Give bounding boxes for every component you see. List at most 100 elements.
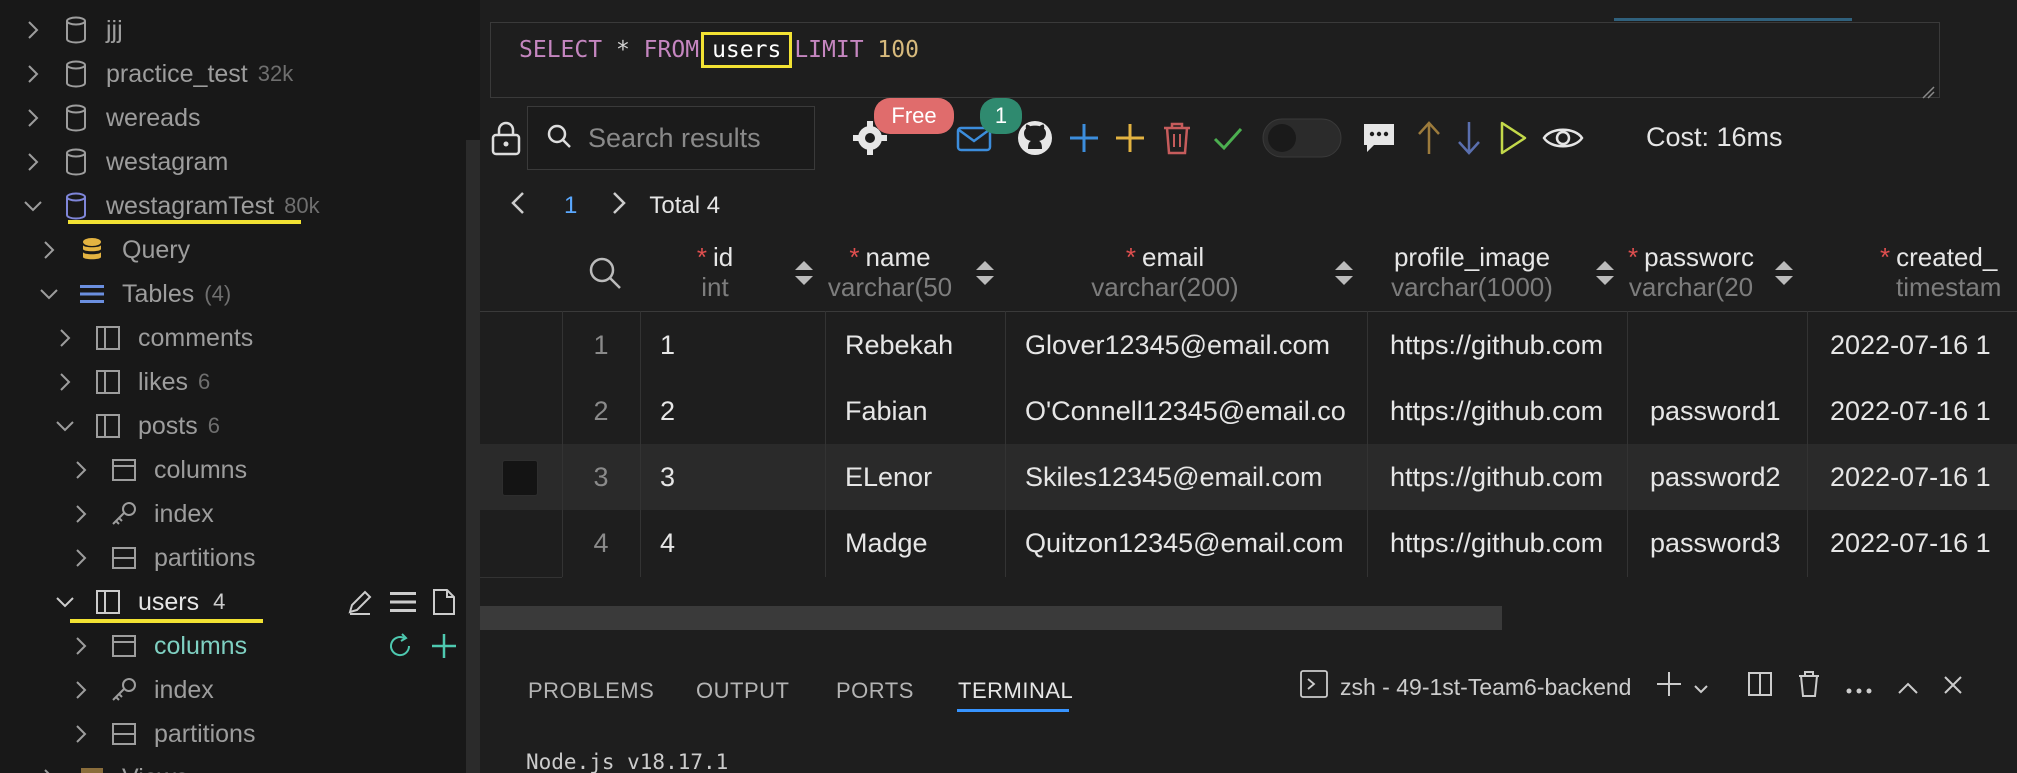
trash-icon[interactable]: [1797, 670, 1821, 704]
search-icon[interactable]: [588, 256, 622, 295]
table-row[interactable]: 4 4 Madge Quitzon12345@email.com https:/…: [480, 510, 2017, 576]
prev-page-button[interactable]: [510, 191, 526, 222]
cell-password[interactable]: password1: [1630, 378, 1810, 444]
split-terminal-icon[interactable]: [1747, 671, 1773, 703]
eye-icon[interactable]: [1542, 116, 1584, 160]
row-select-checkbox[interactable]: [502, 460, 538, 496]
tree-item-views[interactable]: Views: [0, 756, 470, 773]
tree-item-tables[interactable]: Tables (4): [0, 272, 470, 316]
cell-name[interactable]: Madge: [825, 510, 1005, 576]
chevron-down-icon[interactable]: [1693, 674, 1709, 701]
sort-icon[interactable]: [973, 258, 997, 293]
cell-created-at[interactable]: 2022-07-16 1: [1810, 312, 2017, 378]
tree-item-likes[interactable]: likes 6: [0, 360, 470, 404]
tab-ports[interactable]: PORTS: [836, 678, 914, 704]
check-icon[interactable]: [1212, 116, 1244, 160]
cell-profile-image[interactable]: https://github.com: [1370, 378, 1630, 444]
resize-grip-icon[interactable]: [1921, 79, 1935, 99]
tree-item-jjj[interactable]: jjj: [0, 8, 470, 52]
arrow-down-icon[interactable]: [1456, 116, 1482, 160]
tree-item-posts-partitions[interactable]: partitions: [0, 536, 470, 580]
column-header-password[interactable]: * passworc varchar(20: [1620, 232, 1762, 312]
comment-icon[interactable]: [1362, 116, 1396, 160]
tree-item-users-partitions[interactable]: partitions: [0, 712, 470, 756]
cell-email[interactable]: O'Connell12345@email.co: [1005, 378, 1370, 444]
run-icon[interactable]: [1498, 116, 1528, 160]
tree-item-posts[interactable]: posts 6: [0, 404, 470, 448]
terminal-selector[interactable]: zsh - 49-1st-Team6-backend: [1300, 670, 1631, 704]
horizontal-scrollbar[interactable]: [480, 606, 1502, 630]
cell-id[interactable]: 4: [640, 510, 820, 576]
tree-item-westagram[interactable]: westagram: [0, 140, 470, 184]
tree-item-posts-index[interactable]: index: [0, 492, 470, 536]
table-row[interactable]: 1 1 Rebekah Glover12345@email.com https:…: [480, 312, 2017, 378]
tab-problems[interactable]: PROBLEMS: [528, 678, 654, 704]
cell-id[interactable]: 1: [640, 312, 820, 378]
column-header-created[interactable]: * created_ timestam: [1880, 232, 2017, 312]
sort-icon[interactable]: [1332, 258, 1356, 293]
query-result-panel: SELECT * FROMusersLIMIT 100 Free 1 Cost:…: [480, 0, 2017, 773]
sort-icon[interactable]: [1772, 258, 1796, 293]
cell-email[interactable]: Quitzon12345@email.com: [1005, 510, 1370, 576]
sort-icon[interactable]: [1593, 258, 1617, 293]
table-row[interactable]: 3 3 ELenor Skiles12345@email.com https:/…: [480, 444, 2017, 510]
lock-icon[interactable]: [490, 116, 522, 160]
cell-profile-image[interactable]: https://github.com: [1370, 510, 1630, 576]
cell-id[interactable]: 2: [640, 378, 820, 444]
column-header-profile-image[interactable]: profile_image varchar(1000): [1372, 232, 1572, 312]
sql-number: 100: [877, 37, 919, 63]
add-row-icon[interactable]: [1114, 116, 1146, 160]
sidebar-scrollbar[interactable]: [466, 140, 480, 773]
tree-item-comments[interactable]: comments: [0, 316, 470, 360]
cell-profile-image[interactable]: https://github.com: [1370, 444, 1630, 510]
cell-email[interactable]: Skiles12345@email.com: [1005, 444, 1370, 510]
add-icon[interactable]: [430, 632, 458, 665]
current-page[interactable]: 1: [564, 192, 577, 220]
cell-name[interactable]: Fabian: [825, 378, 1005, 444]
cell-email[interactable]: Glover12345@email.com: [1005, 312, 1370, 378]
cell-name[interactable]: Rebekah: [825, 312, 1005, 378]
cell-profile-image[interactable]: https://github.com: [1370, 312, 1630, 378]
cell-id[interactable]: 3: [640, 444, 820, 510]
tree-item-posts-columns[interactable]: columns: [0, 448, 470, 492]
cell-created-at[interactable]: 2022-07-16 1: [1810, 378, 2017, 444]
tab-output[interactable]: OUTPUT: [696, 678, 789, 704]
cell-password[interactable]: password3: [1630, 510, 1810, 576]
next-page-button[interactable]: [611, 191, 627, 222]
file-icon[interactable]: [432, 588, 456, 621]
list-icon[interactable]: [390, 590, 416, 619]
refresh-icon[interactable]: [386, 632, 414, 665]
close-icon[interactable]: [1943, 674, 1963, 701]
edit-icon[interactable]: [346, 588, 374, 621]
cell-password[interactable]: password2: [1630, 444, 1810, 510]
column-header-email[interactable]: * email varchar(200): [1040, 232, 1290, 312]
trash-icon[interactable]: [1162, 116, 1192, 160]
column-header-name[interactable]: * name varchar(50: [820, 232, 960, 312]
table-row[interactable]: 2 2 Fabian O'Connell12345@email.co https…: [480, 378, 2017, 444]
cell-password[interactable]: [1630, 312, 1810, 378]
arrow-up-icon[interactable]: [1416, 116, 1442, 160]
cell-name[interactable]: ELenor: [825, 444, 1005, 510]
tree-item-query[interactable]: Query: [0, 228, 470, 272]
tree-item-practice-test[interactable]: practice_test 32k: [0, 52, 470, 96]
partitions-icon: [110, 720, 138, 748]
free-badge[interactable]: Free: [874, 98, 954, 134]
cell-created-at[interactable]: 2022-07-16 1: [1810, 444, 2017, 510]
search-input[interactable]: [588, 122, 808, 154]
column-header-id[interactable]: * id int: [645, 232, 785, 312]
toggle-switch[interactable]: [1262, 116, 1342, 160]
tree-item-users-index[interactable]: index: [0, 668, 470, 712]
sort-icon[interactable]: [792, 258, 816, 293]
tree-item-count: 4: [213, 589, 226, 614]
tree-item-wereads[interactable]: wereads: [0, 96, 470, 140]
chevron-up-icon[interactable]: [1897, 674, 1919, 701]
cell-created-at[interactable]: 2022-07-16 1: [1810, 510, 2017, 576]
more-icon[interactable]: [1845, 674, 1873, 701]
add-icon[interactable]: [1068, 116, 1100, 160]
tree-item-label: posts: [138, 411, 198, 440]
sql-editor[interactable]: SELECT * FROM users LIMIT 100: [490, 22, 1940, 99]
new-terminal-icon[interactable]: [1655, 670, 1683, 704]
github-icon[interactable]: [1016, 116, 1054, 160]
search-results-box[interactable]: [527, 106, 815, 170]
tab-terminal[interactable]: TERMINAL: [958, 678, 1073, 704]
